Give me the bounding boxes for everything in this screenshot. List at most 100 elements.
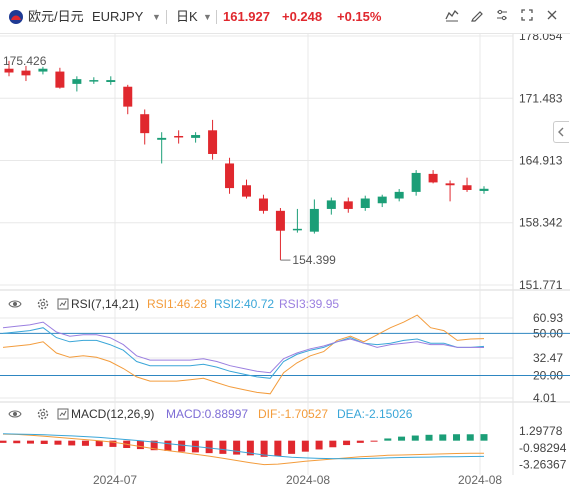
candle-body	[411, 172, 421, 192]
macd-histogram-bar	[95, 440, 103, 447]
date-axis-tick: 2024-07	[93, 473, 137, 487]
symbol-logo-icon	[9, 10, 23, 24]
candle-body	[292, 228, 302, 231]
gear-icon[interactable]	[36, 407, 50, 421]
macd-histogram-bar	[343, 440, 351, 446]
candle-body	[72, 79, 82, 84]
candle-body	[140, 114, 150, 134]
rsi-series-line	[2, 321, 485, 374]
pair-label[interactable]: 欧元/日元	[28, 0, 84, 34]
draw-tool-icon[interactable]	[468, 8, 486, 26]
fullscreen-icon[interactable]	[518, 8, 536, 26]
date-axis-tick: 2024-08	[458, 473, 502, 487]
price-axis-tick: 178.054	[519, 34, 563, 43]
price-axis-tick: 158.342	[519, 216, 563, 230]
macd-histogram-bar	[301, 440, 309, 452]
macd-histogram-bar	[466, 434, 474, 441]
rsi-axis-tick: 4.01	[533, 391, 557, 405]
macd-histogram-bar	[480, 434, 488, 441]
candle-body	[377, 196, 387, 204]
candle-body	[106, 80, 116, 82]
candle-body	[4, 68, 14, 73]
macd-histogram-bar	[13, 440, 21, 444]
macd-axis-tick: -3.26367	[519, 458, 567, 472]
candle-body	[55, 71, 65, 88]
price-axis-tick: 164.913	[519, 153, 563, 167]
macd-legend: MACD:0.88997	[166, 407, 249, 421]
candle-body	[258, 198, 268, 211]
macd-histogram-bar	[54, 440, 62, 445]
candle-body	[38, 68, 48, 72]
chevron-left-icon	[558, 127, 564, 137]
macd-indicator-label: MACD(12,26,9)	[71, 407, 155, 421]
macd-histogram-bar	[315, 440, 323, 450]
candle-body	[123, 86, 133, 107]
candle-body	[275, 210, 285, 231]
visibility-eye-icon[interactable]	[8, 407, 22, 421]
candle-body	[326, 200, 336, 209]
close-icon[interactable]	[543, 8, 561, 26]
timeframe-select[interactable]: 日K	[176, 0, 198, 34]
indicator-square-icon[interactable]	[56, 407, 70, 421]
candle-body	[479, 188, 489, 191]
candle-body	[208, 130, 218, 154]
visibility-eye-icon[interactable]	[8, 297, 22, 311]
chart-canvas[interactable]: 178.054 171.483 164.913 158.342 151.771 175.4…	[0, 34, 570, 490]
macd-axis-tick: -0.98294	[519, 441, 567, 455]
macd-histogram-bar	[384, 438, 392, 441]
macd-histogram-bar	[453, 434, 461, 441]
dea-legend: DEA:-2.15026	[337, 407, 413, 421]
high-annotation: 175.426	[3, 54, 47, 68]
dif-legend: DIF:-1.70527	[258, 407, 329, 421]
macd-histogram-bar	[0, 440, 7, 443]
candle-body	[343, 201, 353, 209]
rsi3-legend: RSI3:39.95	[279, 297, 340, 311]
toolbar: 欧元/日元 EURJPY ▼ 日K ▼ 161.927 +0.248 +0.15…	[0, 0, 570, 34]
macd-histogram-bar	[398, 436, 406, 441]
macd-histogram-bar	[370, 440, 378, 442]
symbol-code[interactable]: EURJPY	[92, 0, 143, 34]
date-axis-tick: 2024-08	[286, 473, 330, 487]
macd-histogram-bar	[233, 440, 241, 455]
indicator-icon[interactable]	[443, 8, 461, 26]
candle-body	[242, 185, 251, 197]
candle-body	[157, 137, 167, 140]
macd-histogram-bar	[81, 440, 89, 446]
macd-histogram-bar	[68, 440, 76, 446]
macd-histogram-bar	[40, 440, 48, 444]
candle-body	[21, 70, 31, 76]
timeframe-dropdown-icon[interactable]: ▼	[203, 0, 212, 34]
divider	[216, 10, 217, 24]
indicator-square-icon[interactable]	[56, 297, 70, 311]
macd-histogram-bar	[274, 440, 282, 457]
price-change: +0.248	[282, 9, 323, 24]
candle-body	[462, 185, 472, 190]
macd-histogram-bar	[178, 440, 186, 452]
rsi-axis-tick: 32.47	[533, 351, 563, 365]
candle-body	[89, 80, 99, 82]
macd-axis-tick: 1.29778	[519, 424, 563, 438]
collapse-panel-button[interactable]	[553, 121, 569, 143]
rsi-axis-tick: 60.93	[533, 311, 563, 325]
settings-sliders-icon[interactable]	[493, 8, 511, 26]
rsi-indicator-label: RSI(7,14,21)	[71, 297, 140, 311]
macd-histogram-bar	[136, 440, 144, 450]
divider	[166, 10, 167, 24]
macd-histogram-bar	[219, 440, 227, 454]
candle-body	[309, 208, 319, 232]
price-axis-tick: 171.483	[519, 91, 563, 105]
rsi2-legend: RSI2:40.72	[214, 297, 275, 311]
candle-body	[394, 191, 404, 199]
candle-body	[225, 163, 235, 189]
symbol-dropdown-icon[interactable]: ▼	[152, 0, 161, 34]
low-annotation: 154.399	[292, 253, 336, 267]
macd-histogram-bar	[356, 440, 364, 443]
gear-icon[interactable]	[36, 297, 50, 311]
price-axis-tick: 151.771	[519, 278, 563, 292]
price-change-percent: +0.15%	[337, 9, 382, 24]
macd-histogram-bar	[288, 440, 296, 454]
macd-histogram-bar	[26, 440, 34, 444]
macd-histogram-bar	[205, 440, 213, 454]
candle-body	[191, 135, 201, 138]
candle-body	[445, 183, 455, 186]
